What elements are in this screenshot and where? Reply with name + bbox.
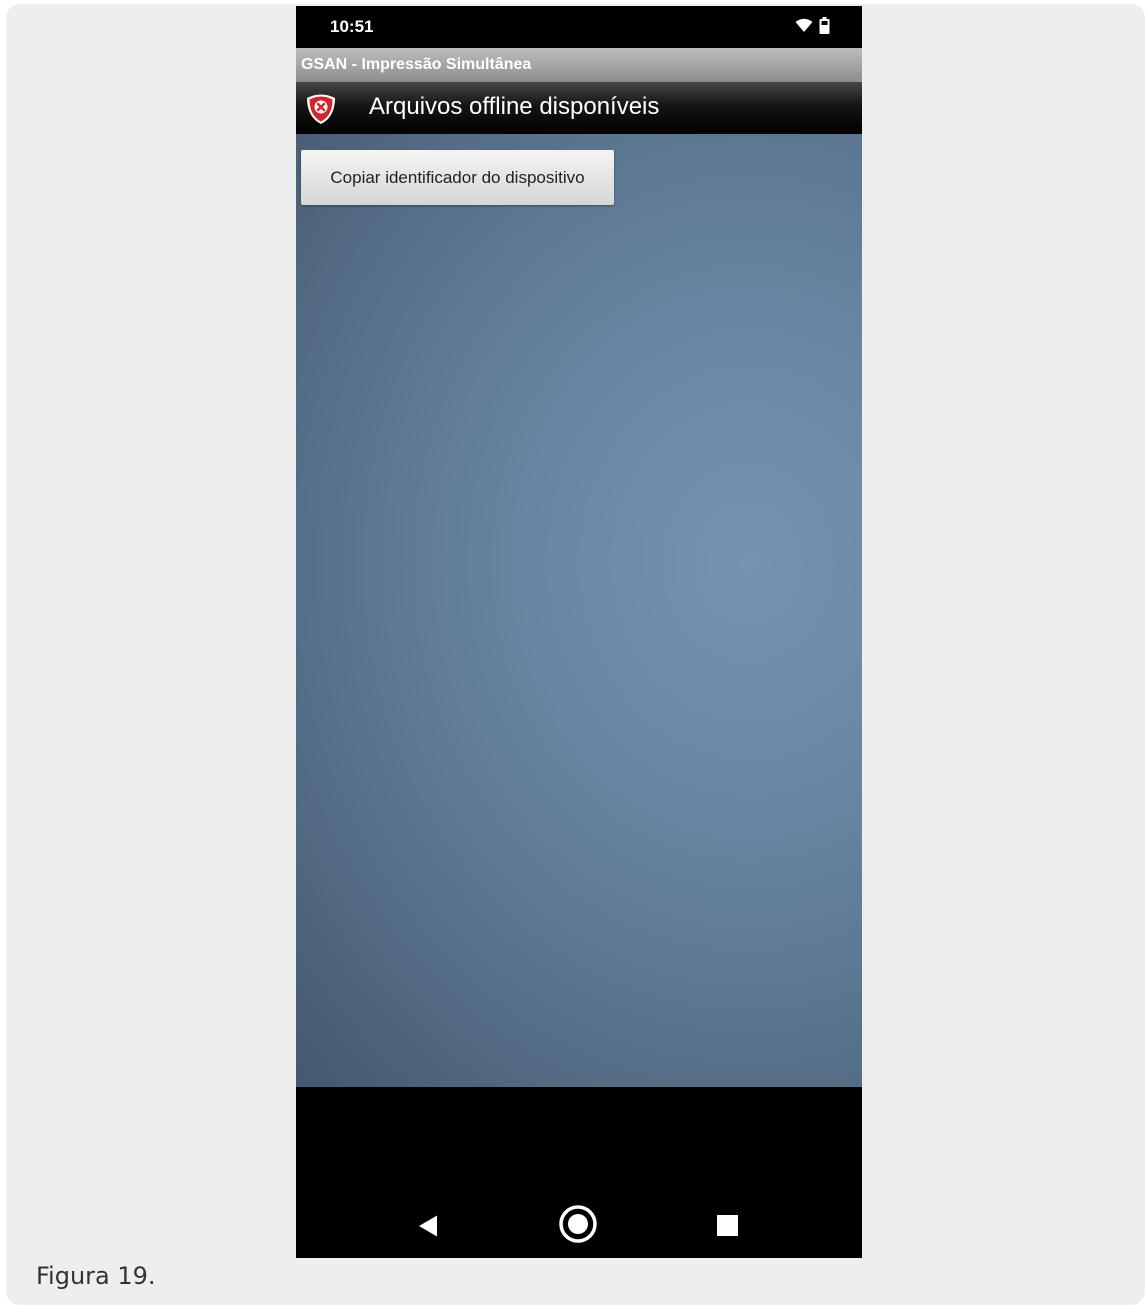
recent-apps-icon[interactable] (717, 1215, 738, 1236)
home-icon[interactable] (558, 1204, 598, 1244)
activity-header: Arquivos offline disponíveis (296, 82, 862, 134)
wifi-icon (795, 18, 813, 37)
status-time: 10:51 (330, 17, 374, 36)
battery-icon (819, 17, 830, 38)
page-title: Arquivos offline disponíveis (369, 93, 660, 120)
status-bar: 10:51 (296, 6, 862, 48)
app-title-bar: GSAN - Impressão Simultânea (296, 48, 862, 82)
copy-device-id-button[interactable]: Copiar identificador do dispositivo (301, 150, 614, 205)
figure-caption: Figura 19. (36, 1262, 156, 1290)
content-area: Copiar identificador do dispositivo (296, 134, 862, 1087)
app-title: GSAN - Impressão Simultânea (301, 56, 532, 73)
status-icons (795, 17, 830, 38)
back-icon[interactable] (416, 1214, 440, 1238)
phone-screen: 10:51 GSAN - Impressão Simultânea Arquiv… (296, 6, 862, 1258)
navigation-bar (296, 1087, 862, 1258)
app-shield-icon (304, 92, 338, 126)
